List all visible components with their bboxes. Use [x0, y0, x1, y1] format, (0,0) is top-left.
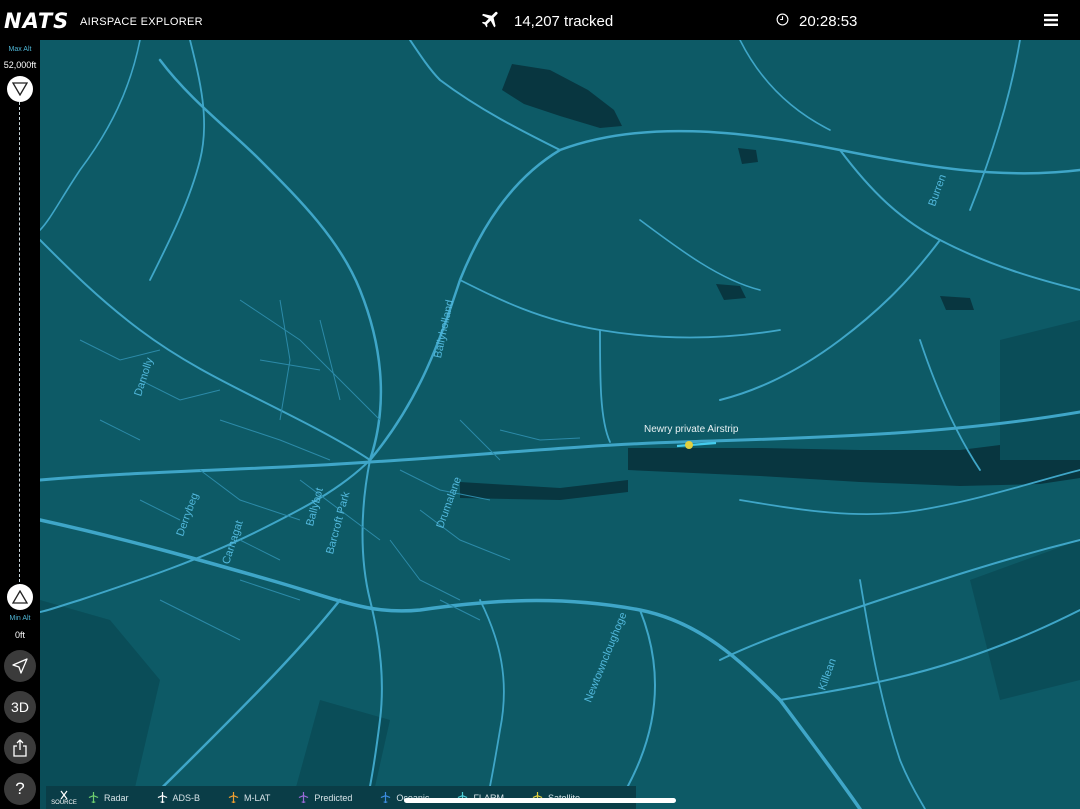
- app-title: AIRSPACE EXPLORER: [80, 16, 203, 28]
- clock: 20:28:53: [776, 10, 857, 32]
- legend-label: Predicted: [314, 792, 353, 803]
- roads: [40, 40, 1080, 809]
- predicted-plane-icon: [299, 792, 309, 803]
- legend-item-m-lat[interactable]: M-LAT: [228, 792, 270, 803]
- current-time: 20:28:53: [799, 12, 858, 30]
- triangle-up-icon: [12, 590, 28, 604]
- top-bar: NATS AIRSPACE EXPLORER 14,207 tracked 20…: [0, 0, 1080, 40]
- clock-icon: [776, 13, 789, 30]
- menu-icon[interactable]: [1042, 12, 1060, 28]
- airstrip-runway: [676, 441, 717, 448]
- share-icon: [13, 739, 27, 757]
- map-view[interactable]: Damolly Ballyholland Derrybeg Carnagat B…: [40, 40, 1080, 809]
- tracked-counter: 14,207 tracked: [480, 10, 613, 32]
- legend-item-predicted[interactable]: Predicted: [298, 792, 352, 803]
- max-alt-handle[interactable]: [7, 76, 33, 102]
- triangle-down-icon: [12, 82, 28, 96]
- nats-logo: NATS: [4, 9, 70, 33]
- min-alt-handle[interactable]: [7, 584, 33, 610]
- min-alt-value: 0ft: [14, 630, 25, 640]
- min-alt-label: Min Alt: [9, 615, 31, 622]
- location-button[interactable]: [4, 650, 36, 682]
- ads-b-plane-icon: [157, 792, 167, 803]
- altitude-sidebar: Max Alt 52,000ft Min Alt 0ft 3D ?: [0, 40, 40, 809]
- terrain-shading: [40, 320, 1080, 809]
- share-button[interactable]: [4, 732, 36, 764]
- home-indicator[interactable]: [404, 798, 676, 803]
- tracked-count: 14,207 tracked: [514, 12, 614, 30]
- source-label: SOURCE: [51, 799, 77, 806]
- m-lat-plane-icon: [228, 792, 239, 803]
- legend-item-radar[interactable]: Radar: [88, 792, 129, 803]
- satellite-dish-icon: [60, 790, 68, 799]
- max-alt-label: Max Alt: [8, 46, 32, 53]
- 3d-button[interactable]: 3D: [4, 691, 36, 723]
- legend-label: ADS-B: [172, 792, 201, 803]
- legend-item-ads-b[interactable]: ADS-B: [157, 792, 201, 803]
- source-toggle[interactable]: SOURCE: [50, 790, 78, 806]
- airplane-icon: [480, 8, 502, 34]
- location-arrow-icon: [12, 658, 28, 674]
- legend-label: Radar: [104, 792, 129, 803]
- help-button[interactable]: ?: [4, 773, 36, 805]
- water-bodies: [460, 64, 1080, 500]
- radar-plane-icon: [88, 792, 99, 803]
- map-canvas: [40, 40, 1080, 809]
- max-alt-value: 52,000ft: [3, 60, 37, 70]
- town-streets: [79, 299, 581, 641]
- legend-label: M-LAT: [244, 792, 271, 803]
- oceanic-plane-icon: [381, 792, 391, 803]
- altitude-slider-track[interactable]: [19, 102, 20, 592]
- airstrip-label[interactable]: Newry private Airstrip: [644, 424, 738, 435]
- airstrip-marker-icon[interactable]: [685, 441, 693, 449]
